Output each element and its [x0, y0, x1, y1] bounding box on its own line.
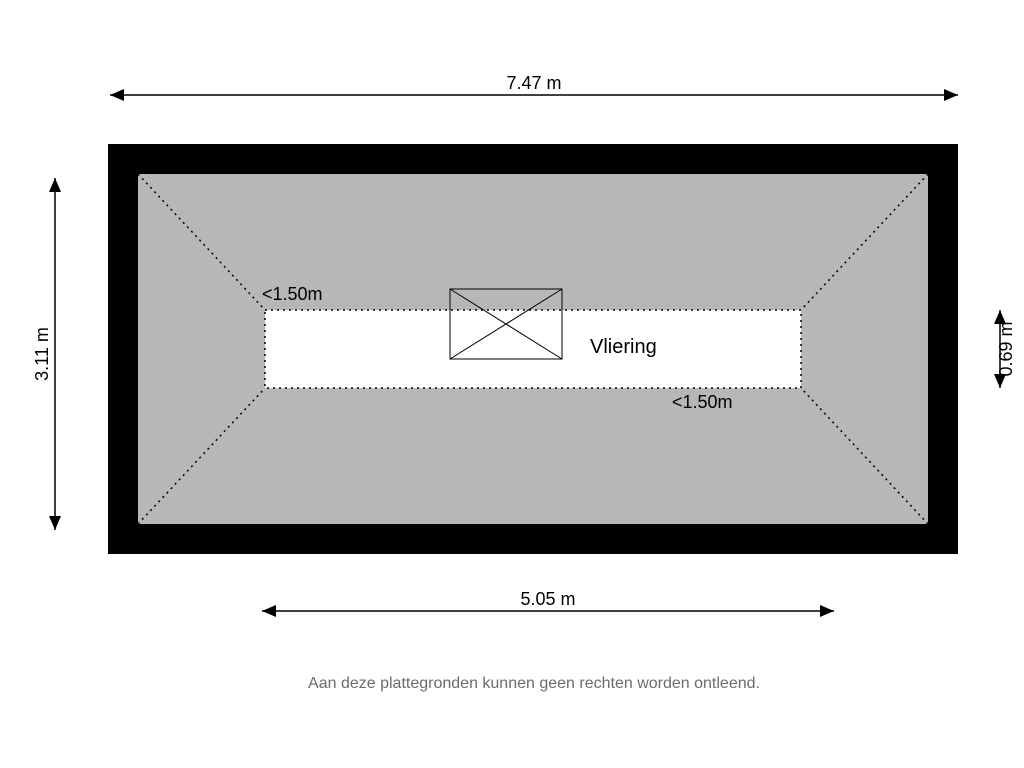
headroom-bottom-label: <1.50m	[672, 392, 733, 412]
floorplan-diagram: 7.47 m 3.11 m 0.69 m <1.50m Vliering	[0, 0, 1024, 768]
ridge-floor	[265, 310, 801, 388]
dimension-left: 3.11 m	[32, 178, 61, 530]
headroom-top-label: <1.50m	[262, 284, 323, 304]
footer-disclaimer: Aan deze plattegronden kunnen geen recht…	[308, 675, 760, 692]
room-name-label: Vliering	[590, 336, 657, 358]
dimension-top-label: 7.47 m	[506, 73, 561, 93]
dimension-right: 0.69 m	[994, 310, 1016, 388]
dimension-bottom-label: 5.05 m	[520, 589, 575, 609]
dimension-bottom: 5.05 m	[262, 589, 834, 617]
dimension-right-label: 0.69 m	[996, 321, 1016, 376]
dimension-top: 7.47 m	[110, 73, 958, 101]
dimension-left-label: 3.11 m	[32, 327, 52, 381]
